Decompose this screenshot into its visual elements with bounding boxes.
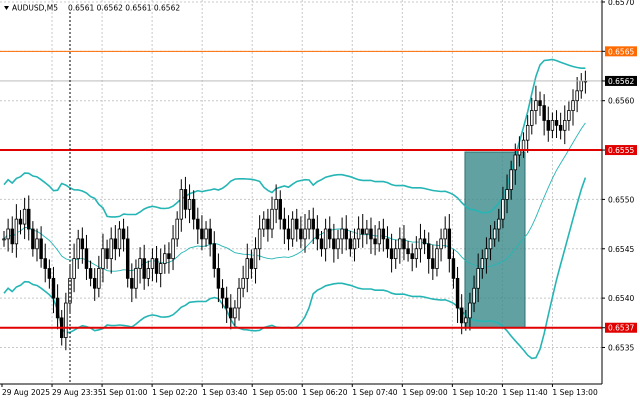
ohlc-readout: 0.6561 0.6562 0.6561 0.6562	[68, 4, 180, 13]
x-tick-label: 1 Sep 09:00	[402, 388, 448, 397]
chart-header: AUDUSD,M5 0.6561 0.6562 0.6561 0.6562	[4, 4, 180, 13]
price-chart: 0.6570 0.6565 0.6562 0.6560 0.6555 0.6550 0.65…	[0, 0, 640, 401]
y-tick-label: 0.6555	[608, 146, 634, 155]
x-tick-label: 1 Sep 02:20	[152, 388, 198, 397]
y-tick-label: 0.6565	[608, 47, 634, 56]
y-tick-label: 0.6535	[608, 343, 634, 352]
y-tick-label: 0.6540	[608, 294, 634, 303]
x-tick-label: 1 Sep 06:20	[302, 388, 348, 397]
y-tick-label: 0.6562	[608, 77, 634, 86]
x-tick-label: 1 Sep 05:00	[252, 388, 298, 397]
y-tick-label: 0.6560	[608, 97, 634, 106]
x-tick-label: 1 Sep 10:20	[452, 388, 498, 397]
y-tick-label: 0.6537	[608, 324, 634, 333]
x-tick-label: 1 Sep 07:40	[352, 388, 398, 397]
x-tick-label: 1 Sep 11:40	[502, 388, 548, 397]
x-tick-label: 29 Aug 2025	[2, 388, 50, 397]
symbol-label: AUDUSD,M5	[12, 4, 58, 13]
y-tick-label: 0.6550	[608, 195, 634, 204]
x-tick-label: 1 Sep 13:00	[552, 388, 598, 397]
x-tick-label: 29 Aug 23:35	[52, 388, 103, 397]
y-tick-label: 0.6545	[608, 245, 634, 254]
x-tick-label: 1 Sep 01:00	[102, 388, 148, 397]
y-tick-label: 0.6570	[608, 0, 634, 7]
x-tick-label: 1 Sep 03:40	[202, 388, 248, 397]
